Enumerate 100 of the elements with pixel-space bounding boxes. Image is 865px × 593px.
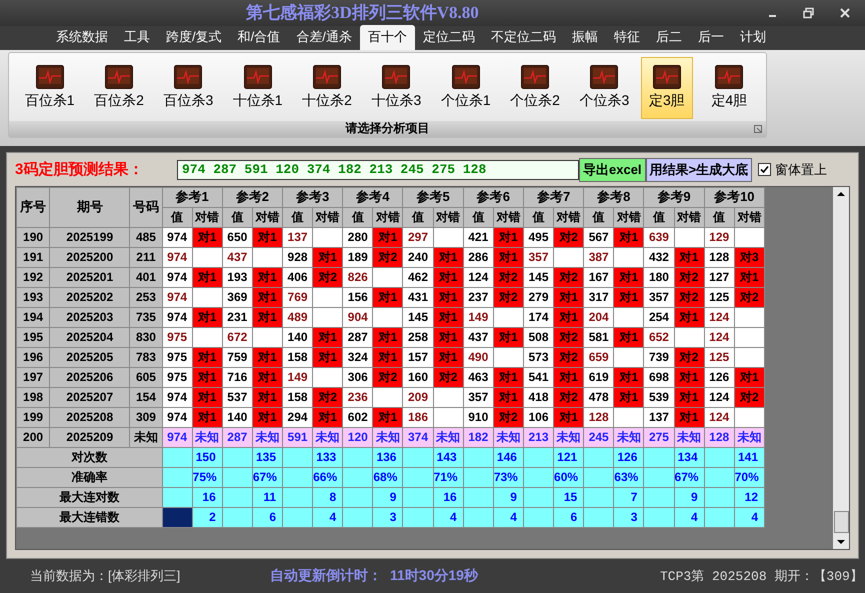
table-cell: 对1 (433, 347, 464, 368)
table-cell: 369 (222, 287, 252, 308)
table-cell: 对2 (554, 327, 584, 348)
ribbon-button[interactable]: 十位杀3 (364, 56, 430, 119)
column-header: 值 (463, 207, 494, 228)
column-header: 对错 (734, 207, 764, 228)
menu-tab[interactable]: 工具 (116, 24, 158, 50)
ribbon-button[interactable]: 十位杀2 (294, 56, 360, 119)
table-cell: 193 (16, 287, 50, 308)
table-cell: 8 (312, 487, 343, 508)
table-cell: 对2 (433, 367, 464, 388)
table-cell: 未知 (192, 427, 222, 448)
column-header: 参考10 (704, 187, 764, 208)
close-icon[interactable] (839, 6, 851, 19)
table-cell: 对2 (734, 287, 764, 308)
menu-tab[interactable]: 和/合值 (230, 24, 288, 50)
column-header: 值 (222, 207, 252, 228)
table-cell: 对1 (252, 287, 282, 308)
table-cell: 254 (644, 307, 674, 328)
checkbox[interactable] (758, 163, 772, 176)
table-cell: 495 (523, 227, 554, 248)
table-cell: 对2 (554, 347, 584, 368)
table-cell: 对1 (554, 407, 584, 428)
table-cell: 对2 (493, 287, 524, 308)
table-cell: 652 (644, 327, 674, 348)
table-cell: 6 (554, 507, 584, 528)
heart-monitor-icon (590, 65, 618, 90)
vertical-scrollbar[interactable] (833, 186, 849, 549)
column-header: 参考6 (463, 187, 524, 208)
table-cell: 对2 (554, 387, 584, 408)
table-cell: 对1 (433, 267, 464, 288)
table-cell: 134 (674, 447, 704, 468)
table-cell[interactable] (162, 487, 192, 508)
table-cell: 974 (162, 247, 192, 268)
table-cell: 602 (342, 407, 373, 428)
ribbon-button[interactable]: 百位杀1 (17, 56, 82, 119)
table-cell: 对1 (674, 367, 704, 388)
table-cell: 对1 (433, 247, 464, 268)
table-cell: 对1 (433, 327, 464, 348)
table-cell: 659 (584, 347, 614, 368)
table-cell: 对1 (734, 267, 764, 288)
table-cell: 605 (130, 367, 162, 388)
menu-tab[interactable]: 后二 (648, 24, 690, 50)
table-cell: 对1 (614, 387, 644, 408)
table-cell: 193 (222, 267, 252, 288)
data-source-text: 当前数据为：[体彩排列三] (30, 567, 182, 586)
export-excel-button[interactable]: 导出excel (579, 158, 646, 182)
checkbox-label: 窗体置上 (775, 160, 828, 179)
table-cell: 431 (402, 287, 434, 308)
menu-tab[interactable]: 百十个 (360, 24, 415, 50)
table-cell: 140 (282, 327, 313, 348)
menu-tab[interactable]: 后一 (690, 24, 732, 50)
menu-tab[interactable]: 特征 (606, 24, 648, 50)
table-cell: 211 (130, 247, 162, 268)
ribbon-button[interactable]: 个位杀1 (433, 56, 498, 119)
table-cell: 准确率 (16, 467, 162, 488)
ribbon-button[interactable]: 个位杀2 (502, 56, 568, 119)
menu-tab[interactable]: 定位二码 (414, 24, 483, 50)
table-cell[interactable] (162, 467, 192, 488)
menu-tab[interactable]: 计划 (732, 24, 774, 50)
table-cell[interactable] (162, 447, 192, 468)
ribbon-button[interactable]: 十位杀1 (225, 56, 290, 119)
table-cell: 对2 (312, 267, 343, 288)
table-cell: 462 (402, 267, 434, 288)
table-cell: 974 (162, 387, 192, 408)
menu-tab[interactable]: 跨度/复式 (158, 24, 230, 50)
table-cell: 未知 (614, 427, 644, 448)
menu-tab[interactable]: 系统数据 (48, 24, 116, 50)
countdown-label: 自动更新倒计时： (270, 567, 382, 586)
table-cell: 对1 (614, 367, 644, 388)
table-cell: 437 (463, 327, 494, 348)
table-cell: 对1 (252, 267, 282, 288)
table-cell: 759 (222, 347, 252, 368)
restore-icon[interactable] (803, 6, 815, 19)
menu-tab[interactable]: 振幅 (564, 24, 606, 50)
table-cell: 258 (402, 327, 434, 348)
prediction-result-field[interactable]: 974 287 591 120 374 182 213 245 275 128 (177, 160, 579, 180)
ribbon-button[interactable]: 定3胆 (641, 56, 693, 119)
table-cell: 253 (130, 287, 162, 308)
table-cell: 136 (372, 447, 403, 468)
table-cell: 未知 (130, 427, 162, 448)
menu-tab[interactable]: 合差/通杀 (288, 24, 360, 50)
table-cell: 769 (282, 287, 313, 308)
dialog-launcher-icon[interactable] (754, 124, 762, 133)
generate-button[interactable]: 用结果>生成大底 (646, 158, 752, 182)
ribbon-button[interactable]: 个位杀3 (572, 56, 638, 119)
heart-monitor-icon (174, 65, 202, 90)
table-cell: 127 (704, 267, 734, 288)
table-cell: 75% (192, 467, 222, 488)
table-cell: 287 (342, 327, 373, 348)
table-cell[interactable] (162, 507, 192, 528)
ribbon-button[interactable]: 百位杀3 (156, 56, 222, 119)
column-header: 对错 (614, 207, 644, 228)
ribbon-button[interactable]: 百位杀2 (86, 56, 152, 119)
table-cell: 186 (402, 407, 434, 428)
ribbon-button[interactable]: 定4胆 (696, 56, 762, 119)
table-cell: 567 (584, 227, 614, 248)
scrollbar-thumb[interactable] (834, 510, 849, 533)
menu-tab[interactable]: 不定位二码 (482, 24, 564, 50)
table-cell: 149 (463, 307, 494, 328)
